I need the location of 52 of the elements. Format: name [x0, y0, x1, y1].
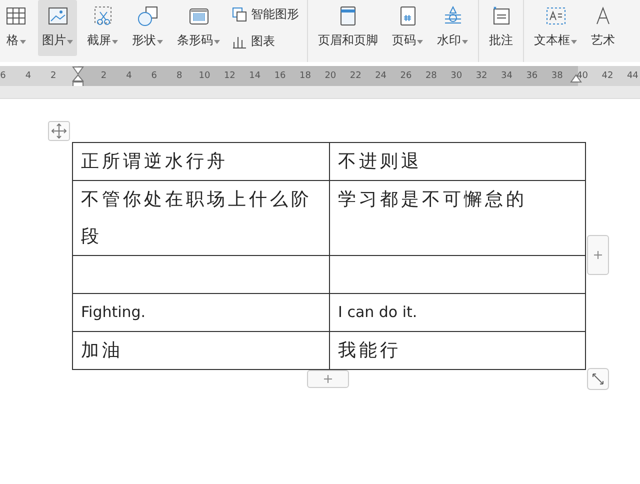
ruler-number: 24	[375, 71, 387, 81]
table-cell: 不进则退	[330, 142, 586, 180]
toolbar-button[interactable]: 水印	[433, 0, 472, 56]
shapes-icon	[136, 4, 160, 28]
ruler-number: 2	[100, 71, 107, 81]
indent-marker[interactable]	[72, 66, 84, 86]
ruler-number: 6	[0, 71, 6, 81]
toolbar-button[interactable]: 条形码	[173, 0, 224, 56]
ruler-number: 4	[126, 71, 132, 81]
ruler-number: 22	[350, 71, 362, 81]
ruler-number: 28	[425, 71, 437, 81]
table-cell: I can do it.	[330, 294, 586, 332]
toolbar-button[interactable]: 图片	[38, 0, 77, 56]
ruler-number: 16	[274, 71, 286, 81]
bar-chart-icon	[232, 34, 247, 49]
ruler-number: 34	[501, 71, 512, 81]
table-cell: Fighting.	[72, 294, 330, 332]
toolbar-button[interactable]: 页码	[388, 0, 427, 56]
ruler-number: 32	[476, 71, 488, 81]
ruler-number: 10	[198, 71, 210, 81]
ruler-number: 26	[400, 71, 412, 81]
shapes-icon	[232, 7, 247, 22]
ruler-number: 14	[249, 71, 261, 81]
ruler-number: 40	[576, 71, 588, 81]
resize-handle[interactable]	[587, 368, 609, 390]
ruler-number: 20	[324, 71, 336, 81]
move-handle[interactable]	[48, 121, 70, 141]
toolbar-button[interactable]: 形状	[128, 0, 167, 56]
table-cell: 加油	[72, 332, 330, 370]
ruler-number: 2	[50, 71, 56, 81]
ruler-number: 44	[626, 71, 638, 81]
ruler-number: 4	[25, 71, 32, 81]
table-cell: 正所谓逆水行舟	[72, 142, 330, 180]
table-cell: 学习都是不可懈怠的	[330, 180, 586, 256]
toolbar-button[interactable]: 格	[0, 0, 32, 56]
ruler-number: 38	[551, 71, 563, 81]
toolbar-button[interactable]: 批注	[485, 0, 517, 56]
toolbar-button[interactable]: 页眉和页脚	[314, 0, 382, 56]
toolbar-button[interactable]: 截屏	[83, 0, 122, 56]
ruler-number: 6	[151, 71, 157, 81]
ruler-number: 30	[450, 71, 462, 81]
ruler-number: 42	[602, 71, 614, 81]
toolbar-button[interactable]: 文本框	[530, 0, 581, 56]
toolbar-button[interactable]: 智能图形	[230, 4, 301, 25]
table-cell: 我能行	[330, 332, 586, 370]
ruler-number: 8	[176, 71, 182, 81]
ruler-number: 36	[526, 71, 538, 81]
toolbar-button[interactable]: 艺术	[587, 0, 619, 56]
table-cell: 不管你处在职场上什么阶段	[72, 180, 330, 256]
ruler-number: 18	[300, 71, 311, 81]
ruler-number: 12	[224, 71, 236, 81]
toolbar-button[interactable]: 图表	[230, 31, 301, 52]
